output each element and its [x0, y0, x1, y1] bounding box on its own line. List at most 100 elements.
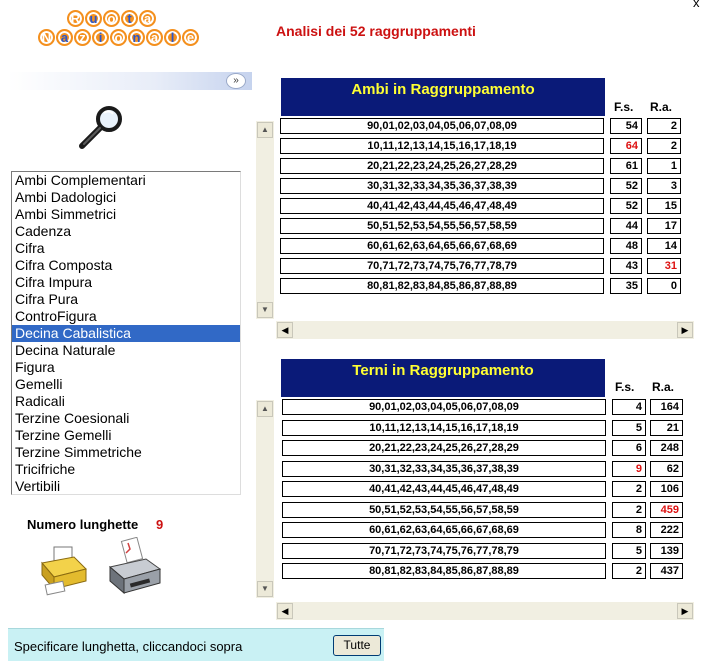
scroll-right-icon[interactable]: ▶ [677, 322, 693, 338]
scroll-down-icon[interactable]: ▼ [257, 302, 273, 318]
sequence-cell[interactable]: 30,31,32,33,34,35,36,37,38,39 [282, 460, 606, 477]
ra-cell[interactable]: 248 [650, 440, 683, 456]
list-item[interactable]: Terzine Coesionali [12, 410, 240, 427]
ambi-horizontal-scrollbar[interactable]: ◀ ▶ [276, 321, 694, 339]
sequence-cell[interactable]: 90,01,02,03,04,05,06,07,08,09 [282, 399, 606, 415]
sequence-cell[interactable]: 40,41,42,43,44,45,46,47,48,49 [280, 198, 604, 214]
ra-cell[interactable]: 31 [647, 258, 681, 274]
ra-cell[interactable]: 2 [647, 118, 681, 134]
fs-cell[interactable]: 9 [612, 460, 646, 477]
category-list[interactable]: Ambi Complementari Ambi Dadologici Ambi Si… [11, 171, 241, 495]
sequence-cell[interactable]: 30,31,32,33,34,35,36,37,38,39 [280, 178, 604, 194]
fs-cell[interactable]: 48 [610, 238, 642, 254]
sequence-cell[interactable]: 10,11,12,13,14,15,16,17,18,19 [282, 419, 606, 436]
ra-cell[interactable]: 437 [650, 563, 683, 579]
magnifier-icon[interactable] [76, 104, 128, 150]
ra-cell[interactable]: 459 [650, 501, 683, 518]
ra-cell[interactable]: 222 [650, 522, 683, 538]
scroll-up-icon[interactable]: ▲ [257, 401, 273, 417]
ambi-vertical-scrollbar[interactable]: ▲ ▼ [256, 121, 274, 319]
scroll-right-icon[interactable]: ▶ [677, 603, 693, 619]
sequence-cell[interactable]: 70,71,72,73,74,75,76,77,78,79 [280, 258, 604, 274]
sequence-cell[interactable]: 10,11,12,13,14,15,16,17,18,19 [280, 138, 604, 154]
sequence-cell[interactable]: 60,61,62,63,64,65,66,67,68,69 [280, 238, 604, 254]
fs-cell[interactable]: 2 [612, 563, 646, 579]
logo-letter: R [67, 10, 84, 27]
list-item[interactable]: Cadenza [12, 223, 240, 240]
list-item[interactable]: Ambi Simmetrici [12, 206, 240, 223]
sequence-cell[interactable]: 60,61,62,63,64,65,66,67,68,69 [282, 522, 606, 538]
sequence-cell[interactable]: 50,51,52,53,54,55,56,57,58,59 [282, 501, 606, 518]
fs-cell[interactable]: 52 [610, 178, 642, 194]
list-item[interactable]: Decina Naturale [12, 342, 240, 359]
ra-cell[interactable]: 164 [650, 399, 683, 415]
ra-cell[interactable]: 1 [647, 158, 681, 174]
chevron-down-icon[interactable]: » [226, 73, 246, 89]
ra-cell[interactable]: 15 [647, 198, 681, 214]
list-item[interactable]: Terzine Gemelli [12, 427, 240, 444]
fs-cell[interactable]: 5 [612, 419, 646, 436]
list-item[interactable]: Terzine Simmetriche [12, 444, 240, 461]
list-item[interactable]: Cifra [12, 240, 240, 257]
sequence-cell[interactable]: 80,81,82,83,84,85,86,87,88,89 [280, 278, 604, 294]
list-item[interactable]: Radicali [12, 393, 240, 410]
scroll-left-icon[interactable]: ◀ [277, 603, 293, 619]
logo-letter: u [85, 10, 102, 27]
ra-cell[interactable]: 0 [647, 278, 681, 294]
fs-cell[interactable]: 43 [610, 258, 642, 274]
terni-horizontal-scrollbar[interactable]: ◀ ▶ [276, 602, 694, 620]
fs-cell[interactable]: 35 [610, 278, 642, 294]
list-item[interactable]: ControFigura [12, 308, 240, 325]
list-item[interactable]: Cifra Impura [12, 274, 240, 291]
list-item[interactable]: Tricifriche [12, 461, 240, 478]
list-item[interactable]: Gemelli [12, 376, 240, 393]
sequence-cell[interactable]: 40,41,42,43,44,45,46,47,48,49 [282, 481, 606, 497]
page-title: Analisi dei 52 raggruppamenti [276, 23, 476, 39]
ambi-col-ra: R.a. [650, 100, 673, 114]
list-item[interactable]: Cifra Pura [12, 291, 240, 308]
logo-letter: a [146, 29, 163, 46]
ra-cell[interactable]: 3 [647, 178, 681, 194]
tutte-button[interactable]: Tutte [333, 635, 381, 656]
sequence-cell[interactable]: 50,51,52,53,54,55,56,57,58,59 [280, 218, 604, 234]
ra-cell[interactable]: 139 [650, 542, 683, 559]
list-item[interactable]: Decina Cabalistica [12, 325, 240, 342]
sequence-cell[interactable]: 80,81,82,83,84,85,86,87,88,89 [282, 563, 606, 579]
sequence-cell[interactable]: 90,01,02,03,04,05,06,07,08,09 [280, 118, 604, 134]
fs-cell[interactable]: 64 [610, 138, 642, 154]
fs-cell[interactable]: 54 [610, 118, 642, 134]
fs-cell[interactable]: 44 [610, 218, 642, 234]
fs-cell[interactable]: 61 [610, 158, 642, 174]
fs-cell[interactable]: 2 [612, 481, 646, 497]
fs-cell[interactable]: 8 [612, 522, 646, 538]
sequence-cell[interactable]: 70,71,72,73,74,75,76,77,78,79 [282, 542, 606, 559]
list-item[interactable]: Vertibili [12, 478, 240, 494]
fs-cell[interactable]: 6 [612, 440, 646, 456]
fs-cell[interactable]: 2 [612, 501, 646, 518]
list-item[interactable]: Ambi Complementari [12, 172, 240, 189]
ra-cell[interactable]: 17 [647, 218, 681, 234]
ra-cell[interactable]: 21 [650, 419, 683, 436]
ra-cell[interactable]: 2 [647, 138, 681, 154]
list-item[interactable]: Ambi Dadologici [12, 189, 240, 206]
scroll-up-icon[interactable]: ▲ [257, 122, 273, 138]
ra-cell[interactable]: 106 [650, 481, 683, 497]
sequence-cell[interactable]: 20,21,22,23,24,25,26,27,28,29 [280, 158, 604, 174]
terni-vertical-scrollbar[interactable]: ▲ ▼ [256, 400, 274, 598]
close-icon[interactable]: x [693, 0, 700, 10]
printer-icon[interactable] [106, 537, 164, 597]
logo-letter: o [103, 10, 120, 27]
list-item[interactable]: Cifra Composta [12, 257, 240, 274]
list-item[interactable]: Figura [12, 359, 240, 376]
logo-letter: o [110, 29, 127, 46]
ra-cell[interactable]: 14 [647, 238, 681, 254]
fs-cell[interactable]: 5 [612, 542, 646, 559]
scroll-left-icon[interactable]: ◀ [277, 322, 293, 338]
logo-letter: a [56, 29, 73, 46]
ra-cell[interactable]: 62 [650, 460, 683, 477]
sequence-cell[interactable]: 20,21,22,23,24,25,26,27,28,29 [282, 440, 606, 456]
printer-setup-icon[interactable] [38, 543, 90, 597]
scroll-down-icon[interactable]: ▼ [257, 581, 273, 597]
fs-cell[interactable]: 4 [612, 399, 646, 415]
fs-cell[interactable]: 52 [610, 198, 642, 214]
